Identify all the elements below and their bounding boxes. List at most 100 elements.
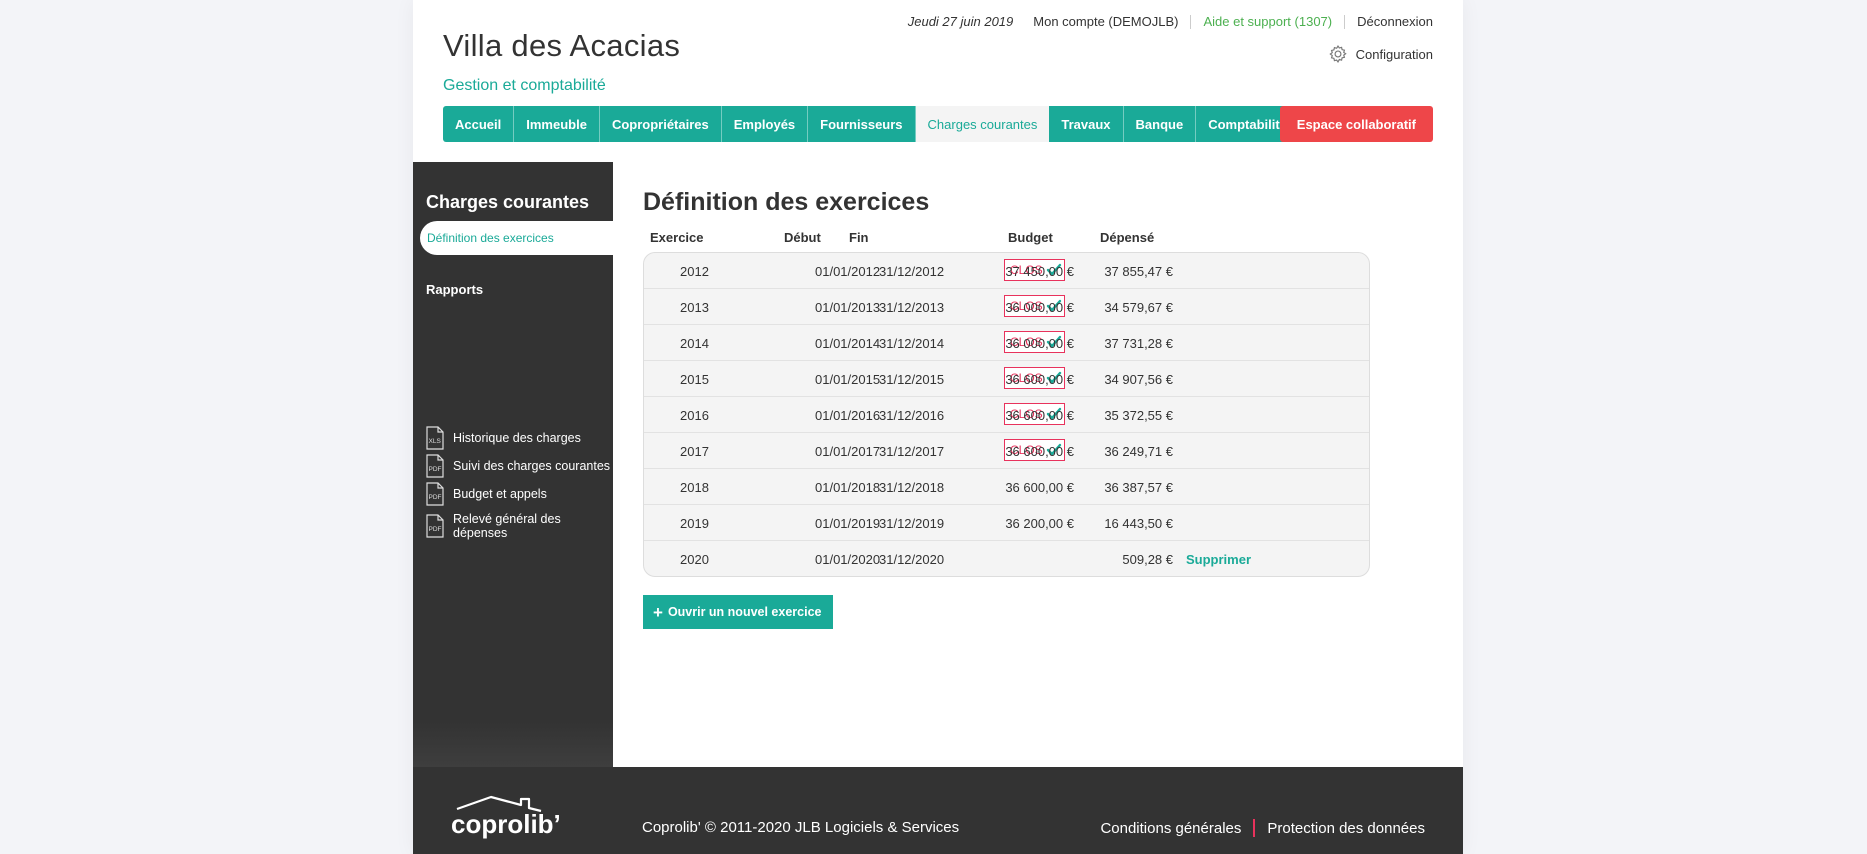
plus-icon: +: [653, 602, 663, 622]
table-row[interactable]: 2018 01/01/2018 31/12/2018 36 600,00 € 36 38…: [644, 469, 1369, 505]
svg-text:coprolib’: coprolib’: [451, 809, 561, 839]
cell-fin: 31/12/2020: [879, 552, 945, 567]
table-row[interactable]: 2012 01/01/2012 31/12/2012 CLOS 37 450,00 €3…: [644, 253, 1369, 289]
current-date: Jeudi 27 juin 2019: [907, 14, 1014, 29]
cell-fin: 31/12/2012: [879, 264, 945, 279]
nav-tab-fournisseurs[interactable]: Fournisseurs: [808, 106, 916, 142]
cell-debut: 01/01/2012: [815, 264, 881, 279]
separator: [1190, 14, 1192, 29]
report-link[interactable]: PDF Relevé général des dépenses: [426, 512, 573, 540]
report-link[interactable]: XLS Historique des charges: [426, 426, 581, 450]
cell-exercice: 2016: [680, 408, 709, 423]
cell-depense: 509,28 €: [1122, 552, 1173, 567]
cell-fin: 31/12/2017: [879, 444, 945, 459]
cell-fin: 31/12/2019: [879, 516, 945, 531]
cell-debut: 01/01/2015: [815, 372, 881, 387]
column-header-debut: Début: [784, 230, 821, 245]
cell-fin: 31/12/2013: [879, 300, 945, 315]
column-header-budget: Budget: [1008, 230, 1053, 245]
privacy-link[interactable]: Protection des données: [1267, 820, 1425, 837]
table-row[interactable]: 2019 01/01/2019 31/12/2019 36 200,00 € 16 44…: [644, 505, 1369, 541]
cell-debut: 01/01/2017: [815, 444, 881, 459]
page: Villa des Acacias Gestion et comptabilit…: [413, 0, 1463, 854]
cell-budget: 37 450,00 €: [1005, 264, 1074, 279]
cell-depense: 36 387,57 €: [1104, 480, 1173, 495]
cell-debut: 01/01/2020: [815, 552, 881, 567]
nav-tab-immeuble[interactable]: Immeuble: [514, 106, 600, 142]
nav-tab-accueil[interactable]: Accueil: [443, 106, 515, 142]
account-link[interactable]: Mon compte (DEMOJLB): [1033, 14, 1178, 29]
cell-depense: 16 443,50 €: [1104, 516, 1173, 531]
cell-fin: 31/12/2018: [879, 480, 945, 495]
gear-icon: [1329, 45, 1347, 64]
report-label: Relevé général des dépenses: [453, 512, 561, 540]
table-row[interactable]: 2020 01/01/2020 31/12/2020 509,28 € Supprime…: [644, 541, 1369, 576]
cell-exercice: 2019: [680, 516, 709, 531]
pdf-file-icon: PDF: [426, 482, 444, 506]
delete-button[interactable]: Supprimer: [1186, 552, 1251, 567]
cell-exercice: 2018: [680, 480, 709, 495]
new-exercise-label: Ouvrir un nouvel exercice: [667, 605, 822, 619]
main-nav: Accueil Immeuble Copropriétaires Employés Fo…: [443, 106, 1299, 142]
cell-depense: 34 907,56 €: [1104, 372, 1173, 387]
cell-depense: 36 249,71 €: [1104, 444, 1173, 459]
nav-tab-travaux[interactable]: Travaux: [1049, 106, 1124, 142]
cell-exercice: 2020: [680, 552, 709, 567]
report-link[interactable]: PDF Budget et appels: [426, 482, 547, 506]
separator: [1253, 819, 1256, 837]
cell-budget: 36 600,00 €: [1005, 480, 1074, 495]
cell-budget: 36 000,00 €: [1005, 336, 1074, 351]
nav-tab-charges-courantes[interactable]: Charges courantes: [915, 106, 1050, 142]
column-header-exercice: Exercice: [650, 230, 704, 245]
cell-debut: 01/01/2013: [815, 300, 881, 315]
svg-text:PDF: PDF: [429, 494, 442, 501]
sidebar: Charges courantes Définition des exercic…: [413, 162, 613, 767]
table-row[interactable]: 2017 01/01/2017 31/12/2017 CLOS 36 600,00 €3…: [644, 433, 1369, 469]
configuration-link[interactable]: Configuration: [1328, 44, 1433, 64]
nav-tab-coproprietaires[interactable]: Copropriétaires: [599, 106, 722, 142]
report-link[interactable]: PDF Suivi des charges courantes: [426, 454, 610, 478]
terms-link[interactable]: Conditions générales: [1100, 820, 1241, 837]
svg-text:XLS: XLS: [429, 438, 442, 445]
footer: coprolib’ Coprolib' © 2011-2020 JLB Logi…: [413, 767, 1463, 854]
cell-exercice: 2015: [680, 372, 709, 387]
table-row[interactable]: 2014 01/01/2014 31/12/2014 CLOS 36 000,00 €3…: [644, 325, 1369, 361]
report-label: Historique des charges: [453, 431, 581, 445]
cell-fin: 31/12/2014: [879, 336, 945, 351]
exercises-table: 2012 01/01/2012 31/12/2012 CLOS 37 450,00 €3…: [643, 252, 1370, 577]
cell-exercice: 2012: [680, 264, 709, 279]
cell-exercice: 2017: [680, 444, 709, 459]
pdf-file-icon: PDF: [426, 514, 444, 538]
cell-debut: 01/01/2019: [815, 516, 881, 531]
cell-budget: 36 200,00 €: [1005, 516, 1074, 531]
page-title: Définition des exercices: [643, 188, 930, 216]
coprolib-logo[interactable]: coprolib’: [449, 789, 579, 841]
report-label: Budget et appels: [453, 487, 547, 501]
cell-budget: 36 000,00 €: [1005, 300, 1074, 315]
new-exercise-button[interactable]: + Ouvrir un nouvel exercice: [643, 595, 834, 629]
top-links: Jeudi 27 juin 2019 Mon compte (DEMOJLB) …: [908, 14, 1433, 29]
cell-budget: 36 600,00 €: [1005, 372, 1074, 387]
sidebar-title: Charges courantes: [426, 192, 590, 212]
copyright-text: Coprolib' © 2011-2020 JLB Logiciels & Se…: [642, 819, 960, 836]
logout-link[interactable]: Déconnexion: [1357, 14, 1433, 29]
sidebar-item-definition-exercices[interactable]: Définition des exercices: [420, 221, 613, 255]
nav-tab-employes[interactable]: Employés: [721, 106, 809, 142]
site-title: Villa des Acacias: [443, 28, 681, 63]
nav-tab-banque[interactable]: Banque: [1123, 106, 1197, 142]
cell-budget: 36 600,00 €: [1005, 444, 1074, 459]
cell-depense: 35 372,55 €: [1104, 408, 1173, 423]
table-header: Exercice Début Fin Budget Dépensé: [643, 230, 1373, 250]
table-row[interactable]: 2015 01/01/2015 31/12/2015 CLOS 36 600,00 €3…: [644, 361, 1369, 397]
cell-exercice: 2014: [680, 336, 709, 351]
support-link[interactable]: Aide et support (1307): [1203, 14, 1332, 29]
column-header-depense: Dépensé: [1100, 230, 1155, 245]
cell-depense: 37 855,47 €: [1104, 264, 1173, 279]
svg-text:PDF: PDF: [429, 466, 442, 473]
table-row[interactable]: 2013 01/01/2013 31/12/2013 CLOS 36 000,00 €3…: [644, 289, 1369, 325]
cell-exercice: 2013: [680, 300, 709, 315]
table-row[interactable]: 2016 01/01/2016 31/12/2016 CLOS 36 600,00 €3…: [644, 397, 1369, 433]
collaborative-space-button[interactable]: Espace collaboratif: [1279, 106, 1433, 142]
cell-debut: 01/01/2016: [815, 408, 881, 423]
site-subtitle: Gestion et comptabilité: [443, 77, 606, 94]
